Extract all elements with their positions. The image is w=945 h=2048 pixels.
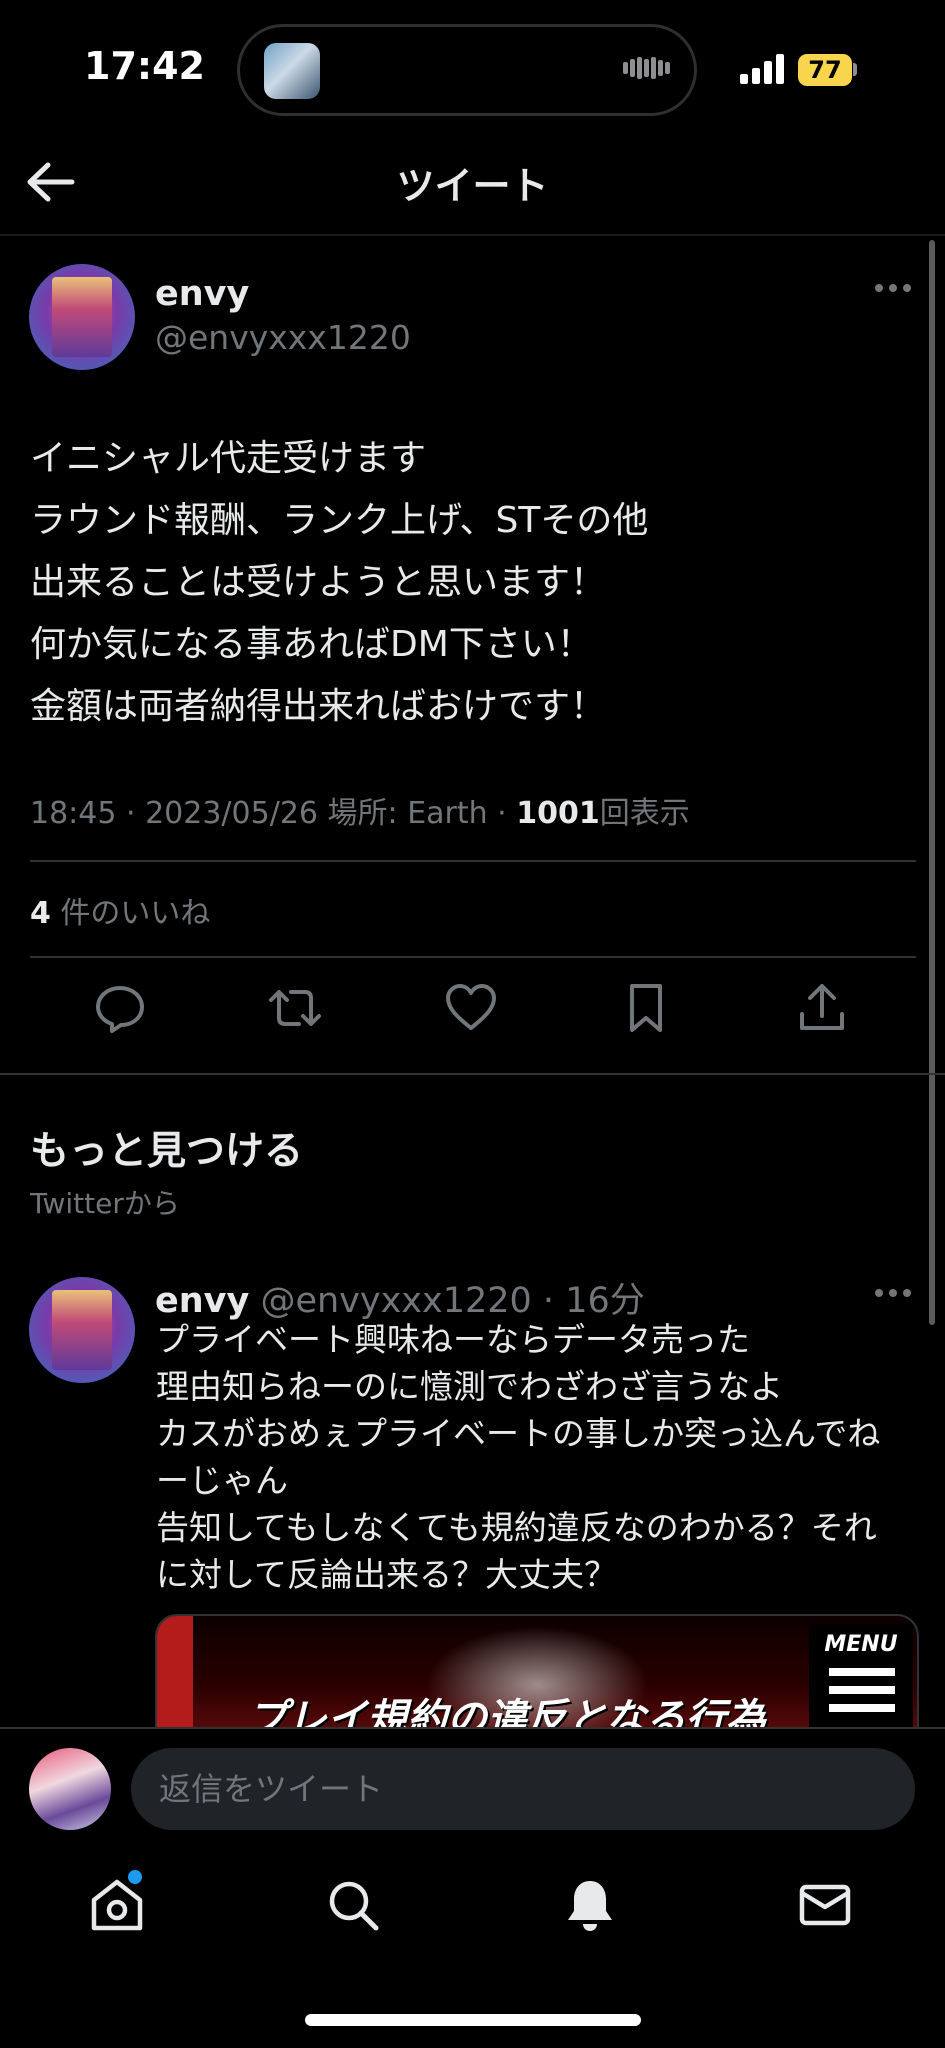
tweet-text-line: プライベート興味ねーならデータ売った [156,1320,750,1359]
tweet-text-line: イニシャル代走受けます [30,438,427,479]
tweet-text: イニシャル代走受けます ラウンド報酬、ランク上げ、STその他 出来ることは受けよ… [30,428,910,738]
tweet-date: 2023/05/26 [145,796,318,831]
bell-icon[interactable] [561,1876,619,1934]
page-title: ツイート [396,164,549,208]
likes-summary[interactable]: 4 件のいいね [30,888,210,932]
avatar[interactable] [29,1748,111,1830]
bookmark-icon[interactable] [618,980,674,1036]
dynamic-island[interactable] [237,24,697,116]
author-handle[interactable]: @envyxxx1220 [155,318,411,357]
avatar[interactable] [29,1277,135,1383]
author-name[interactable]: envy [155,274,249,314]
more-horizontal-icon[interactable] [875,1285,911,1301]
section-divider [0,1073,945,1075]
status-time: 17:42 [84,44,205,88]
scrollbar[interactable] [929,240,935,1325]
tweet-text-line: に対して反論出来る？大丈夫？ [156,1555,618,1594]
reply-divider [0,1727,945,1729]
more-horizontal-icon[interactable] [875,280,911,296]
tweet-text-line: ーじゃん [156,1461,288,1500]
card-headline: プレイ規約の違反となる行為 [247,1696,766,1731]
battery-indicator: 77 [798,54,852,86]
card-menu-label: MENU [824,1632,898,1657]
now-playing-thumbnail [264,43,320,99]
mail-icon[interactable] [796,1876,854,1934]
tweet-text-line: 何か気になる事あればDM下さい！ [30,624,593,665]
share-icon[interactable] [794,980,850,1036]
battery-tip [853,63,857,76]
avatar[interactable] [29,264,135,370]
author-handle[interactable]: @envyxxx1220 [260,1281,531,1321]
tweet-text-line: ラウンド報酬、ランク上げ、STその他 [30,500,649,541]
header-divider [0,234,945,236]
view-count: 1001 [516,796,600,831]
search-icon[interactable] [324,1876,382,1934]
audio-waveform-icon [623,57,675,83]
author-name[interactable]: envy [155,1281,249,1321]
home-icon[interactable] [88,1876,146,1934]
reply-input[interactable]: 返信をツイート [131,1748,915,1830]
tweet-text-line: カスがおめぇプライベートの事しか突っ込んでね [156,1414,881,1453]
tweet-meta: 18:45 · 2023/05/26 場所: Earth · 1001回表示 [30,796,690,831]
divider [30,956,916,958]
divider [30,860,916,862]
tweet-time: 18:45 [30,796,117,831]
heart-icon[interactable] [443,980,499,1036]
home-indicator[interactable] [305,2014,641,2026]
retweet-icon[interactable] [267,980,323,1036]
view-label: 回表示 [599,796,690,831]
tweet-location: 場所: Earth [327,796,488,831]
card-stripe [157,1616,193,1731]
discover-subtitle: Twitterから [30,1187,180,1220]
tweet-text-line: 告知してもしなくても規約違反なのわかる？それ [156,1508,877,1547]
tweet-text-line: 理由知らねーのに憶測でわざわざ言うなよ [156,1367,783,1406]
tweet-text-line: 出来ることは受けようと思います！ [30,562,607,603]
cellular-signal-icon [740,52,784,84]
comment-icon[interactable] [92,980,148,1036]
card-menu: MENU [809,1624,913,1731]
tweet-text-line: 金額は両者納得出来ればおけです！ [30,686,607,727]
discover-title: もっと見つける [30,1129,304,1174]
likes-label: 件のいいね [60,896,211,931]
notification-dot [128,1870,142,1884]
tweet-time: 16分 [565,1281,645,1321]
likes-count: 4 [30,896,51,931]
tweet-text: プライベート興味ねーならデータ売った 理由知らねーのに憶測でわざわざ言うなよ カ… [156,1316,916,1598]
media-card[interactable]: プレイ規約の違反となる行為 MENU [155,1614,919,1731]
